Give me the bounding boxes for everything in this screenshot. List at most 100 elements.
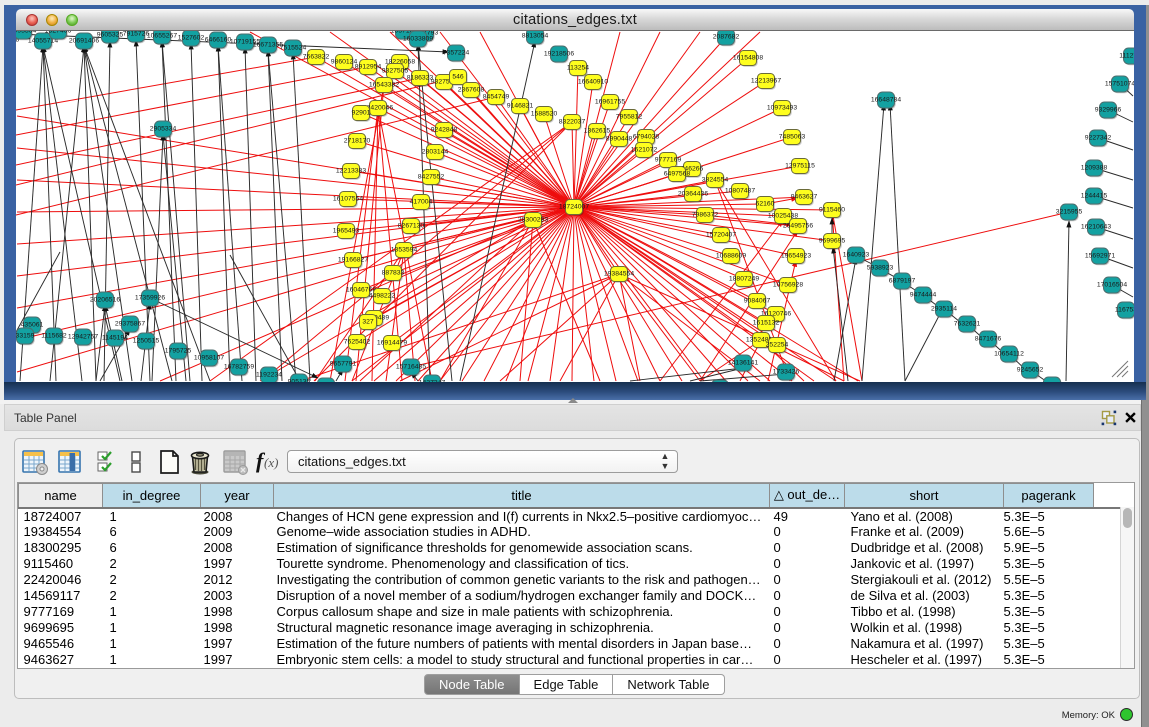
svg-text:1112753: 1112753 [1119,53,1134,60]
svg-text:7915726: 7915726 [123,31,150,38]
svg-text:16033809: 16033809 [403,36,433,43]
svg-text:8186323: 8186323 [407,75,434,82]
svg-text:16154808: 16154808 [733,55,763,62]
svg-text:7357224: 7357224 [443,50,470,57]
svg-text:6497568: 6497568 [664,171,691,178]
svg-text:113254: 113254 [567,65,589,72]
svg-text:1362615: 1362615 [584,128,611,135]
svg-text:8454749: 8454749 [483,94,510,101]
svg-text:116753: 116753 [1115,307,1134,314]
svg-text:6794028: 6794028 [633,134,660,141]
svg-text:19654923: 19654923 [781,253,811,260]
svg-text:3215955: 3215955 [1056,209,1083,216]
svg-text:17016504: 17016504 [1097,282,1127,289]
svg-text:252254: 252254 [766,342,789,349]
svg-text:16671355: 16671355 [253,42,283,49]
svg-text:10958107: 10958107 [194,355,224,362]
svg-text:16648784: 16648784 [871,97,901,104]
svg-text:2718170: 2718170 [344,138,371,145]
svg-text:1640923: 1640923 [843,252,870,259]
svg-text:16782759: 16782759 [224,364,254,371]
svg-text:12213383: 12213383 [336,168,366,175]
svg-text:8990448: 8990448 [606,136,633,143]
svg-text:6879197: 6879197 [889,278,916,285]
svg-text:9329966: 9329966 [1095,107,1122,114]
svg-text:887833: 887833 [382,270,405,277]
svg-text:12213967: 12213967 [751,78,781,85]
svg-text:16107554: 16107554 [333,196,363,203]
svg-text:10973493: 10973493 [767,105,797,112]
svg-text:8267130: 8267130 [398,223,425,230]
svg-text:8322037: 8322037 [559,119,586,126]
svg-text:16961755: 16961755 [595,99,625,106]
svg-text:435061: 435061 [21,322,44,329]
svg-text:7515524: 7515524 [280,45,307,52]
svg-text:1615132: 1615132 [753,320,780,327]
svg-text:14136141: 14136141 [728,360,758,367]
svg-text:10688609: 10688609 [716,253,746,260]
svg-text:1209388: 1209388 [1081,165,1108,172]
svg-text:3824554: 3824554 [702,177,729,184]
svg-text:16914479: 16914479 [377,340,407,347]
svg-text:15692971: 15692971 [1085,253,1115,260]
svg-text:1733426: 1733426 [773,369,800,376]
svg-text:18807249: 18807249 [729,276,759,283]
svg-text:1795725: 1795725 [165,348,192,355]
svg-text:9084067: 9084067 [744,298,771,305]
svg-text:9227342: 9227342 [1085,135,1112,142]
svg-text:92901: 92901 [352,110,371,117]
svg-text:1327406: 1327406 [45,31,72,35]
svg-text:4498222: 4498222 [369,293,396,300]
svg-text:19218506: 19218506 [544,51,574,58]
svg-text:2935114: 2935114 [931,306,957,313]
svg-text:6466160: 6466160 [205,37,232,44]
svg-text:1250515: 1250515 [133,338,160,345]
svg-text:28300293: 28300293 [518,217,548,224]
svg-text:9327505: 9327505 [382,68,409,75]
svg-text:9605325: 9605325 [97,32,124,39]
svg-text:327: 327 [362,319,374,326]
svg-text:9242848: 9242848 [431,127,458,134]
svg-text:(x): (x) [264,455,278,470]
svg-text:7955812: 7955812 [616,114,643,121]
svg-text:417004: 417004 [410,199,433,206]
svg-text:8427552: 8427552 [418,174,445,181]
svg-text:10654112: 10654112 [994,351,1024,358]
svg-text:15716485: 15716485 [396,364,426,371]
svg-text:9245652: 9245652 [1017,367,1044,374]
svg-text:1621072: 1621072 [631,147,658,154]
svg-text:33159: 33159 [16,333,35,340]
svg-text:7663822: 7663822 [303,54,330,61]
svg-text:19166827: 19166827 [338,257,368,264]
svg-text:9699695: 9699695 [819,238,846,245]
svg-text:8995304: 8995304 [16,31,36,35]
svg-text:1527602: 1527602 [178,35,205,42]
svg-text:10655267: 10655267 [147,33,177,40]
svg-text:1965493: 1965493 [333,228,360,235]
svg-text:9474444: 9474444 [910,292,937,299]
svg-text:2803144: 2803144 [422,149,449,156]
svg-text:20206516: 20206516 [90,297,120,304]
svg-text:1353594: 1353594 [391,247,418,254]
svg-text:16640910: 16640910 [578,79,608,86]
svg-text:546: 546 [452,74,464,81]
svg-text:7986372: 7986372 [692,212,719,219]
svg-text:7485063: 7485063 [779,134,806,141]
svg-text:15751074: 15751074 [1105,81,1134,88]
svg-text:8471676: 8471676 [975,336,1002,343]
svg-text:9777169: 9777169 [655,157,682,164]
svg-text:1192234: 1192234 [256,372,282,379]
svg-text:7632621: 7632621 [954,321,981,328]
svg-text:26495756: 26495756 [783,223,813,230]
svg-text:905135: 905135 [288,379,311,383]
svg-text:1244415: 1244415 [1081,193,1108,200]
svg-text:18724007: 18724007 [559,204,589,211]
svg-text:10756928: 10756928 [773,282,803,289]
svg-text:2087682: 2087682 [713,34,740,41]
svg-text:8912954: 8912954 [355,64,382,71]
svg-text:17359926: 17359926 [135,295,165,302]
svg-text:9115460: 9115460 [819,207,845,214]
svg-text:12975115: 12975115 [785,163,815,170]
svg-text:15720407: 15720407 [706,232,736,239]
svg-text:10807487: 10807487 [725,188,755,195]
